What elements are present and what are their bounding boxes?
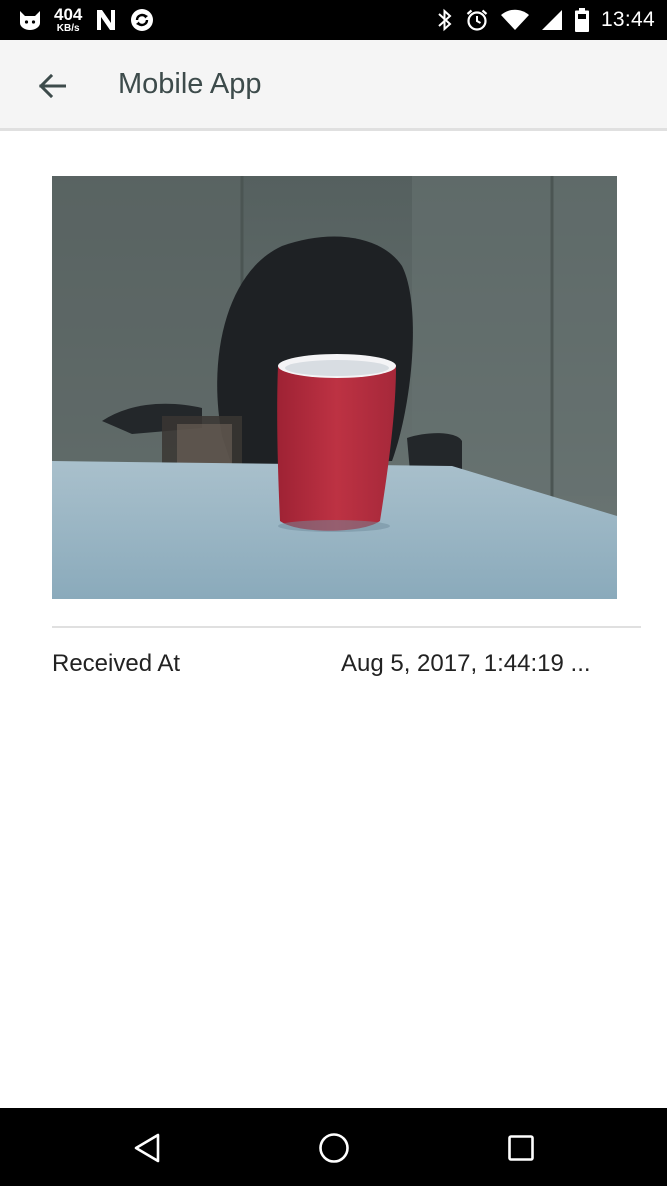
battery-icon — [574, 8, 589, 32]
signal-icon — [541, 10, 562, 30]
bluetooth-icon — [438, 8, 452, 32]
alarm-icon — [466, 9, 488, 31]
status-bar: 404 KB/s 13:44 — [0, 0, 667, 40]
received-photo[interactable] — [52, 176, 617, 599]
photo-illustration — [52, 176, 617, 599]
status-time: 13:44 — [600, 8, 655, 31]
app-bar: Mobile App — [0, 40, 667, 131]
divider — [52, 626, 641, 628]
recents-square-icon — [508, 1135, 534, 1161]
nav-recents-button[interactable] — [489, 1124, 553, 1172]
back-button[interactable] — [26, 62, 78, 110]
nav-home-button[interactable] — [302, 1124, 366, 1172]
home-circle-icon — [319, 1133, 349, 1163]
network-speed: 404 KB/s — [54, 6, 82, 34]
nav-back-button[interactable] — [115, 1124, 179, 1172]
network-speed-value: 404 — [54, 5, 83, 24]
status-bar-left: 404 KB/s — [18, 6, 154, 34]
sync-icon — [131, 9, 154, 31]
page-title: Mobile App — [118, 68, 262, 100]
received-at-value: Aug 5, 2017, 1:44:19 ... — [341, 650, 591, 677]
received-at-label: Received At — [52, 650, 181, 677]
status-bar-right: 13:44 — [437, 6, 655, 34]
network-speed-unit: KB/s — [56, 23, 80, 34]
back-triangle-icon — [134, 1133, 160, 1163]
wifi-icon — [500, 9, 529, 30]
cat-icon — [20, 11, 40, 30]
system-nav-bar — [0, 1108, 667, 1186]
arrow-left-icon — [38, 74, 66, 98]
n-icon — [97, 10, 116, 30]
detail-row-received-at: Received At Aug 5, 2017, 1:44:19 ... — [52, 648, 641, 684]
